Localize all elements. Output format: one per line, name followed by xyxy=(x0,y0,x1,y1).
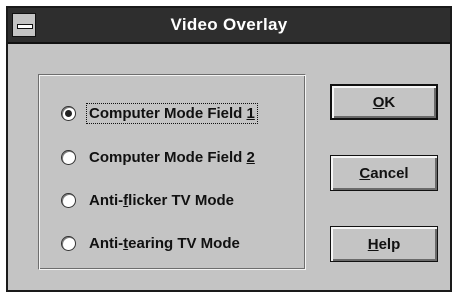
video-overlay-dialog: Video Overlay Computer Mode Field 1 Comp… xyxy=(6,6,452,292)
radio-unselected-indicator[interactable] xyxy=(61,149,76,165)
radio-computer-mode-field-1[interactable]: Computer Mode Field 1 xyxy=(61,101,258,125)
radio-anti-tearing-tv-mode[interactable]: Anti-tearing TV Mode xyxy=(61,231,242,255)
radio-label: Computer Mode Field 2 xyxy=(89,148,255,166)
radio-unselected-indicator[interactable] xyxy=(61,235,76,251)
ok-button[interactable]: OK xyxy=(330,84,438,120)
radio-label: Anti-flicker TV Mode xyxy=(89,191,235,209)
radio-selected-indicator[interactable] xyxy=(61,105,76,121)
dialog-title: Video Overlay xyxy=(170,15,288,34)
radio-label: Computer Mode Field 1 xyxy=(86,102,258,124)
cancel-button[interactable]: Cancel xyxy=(330,155,438,191)
title-bar: Video Overlay xyxy=(8,8,450,44)
overlay-mode-group: Computer Mode Field 1 Computer Mode Fiel… xyxy=(38,74,306,270)
radio-label: Anti-tearing TV Mode xyxy=(89,234,240,252)
radio-anti-flicker-tv-mode[interactable]: Anti-flicker TV Mode xyxy=(61,188,236,212)
radio-unselected-indicator[interactable] xyxy=(61,192,76,208)
radio-computer-mode-field-2[interactable]: Computer Mode Field 2 xyxy=(61,145,257,169)
help-button[interactable]: Help xyxy=(330,226,438,262)
